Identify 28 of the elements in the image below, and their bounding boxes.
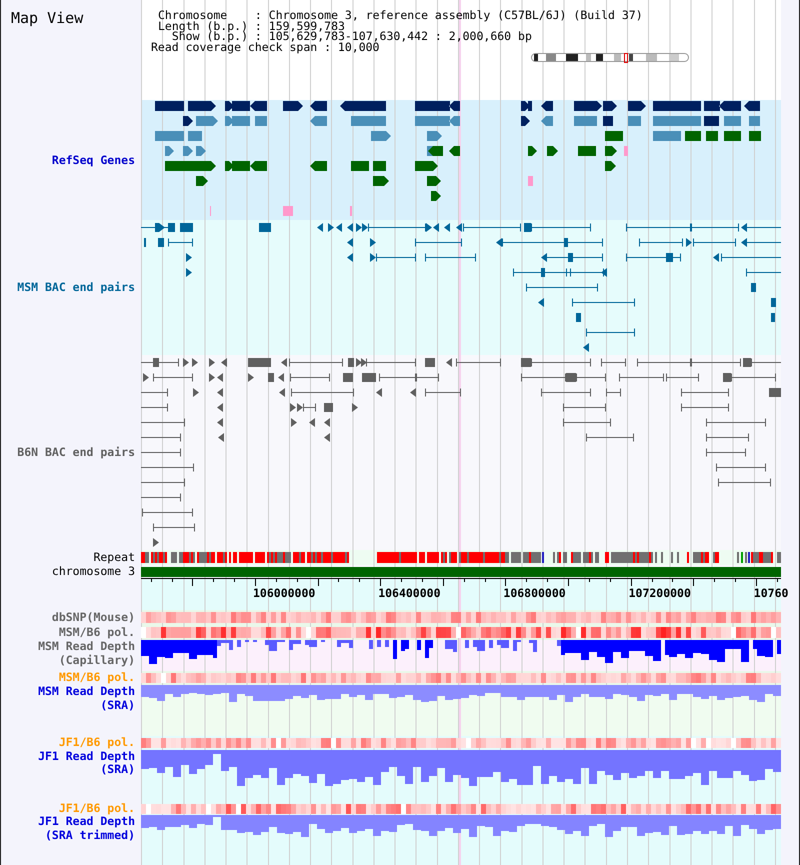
info-value: 159,599,783	[268, 20, 345, 31]
map-view-title: Map View	[11, 10, 84, 26]
view-region-marker	[624, 53, 628, 63]
coverage-span-text: Read coverage check span : 10,000	[151, 42, 380, 52]
axis-label: 106400000	[378, 586, 441, 600]
track-label: MSM/B6 pol.	[58, 671, 135, 685]
track-label: MSM Read Depth (SRA)	[37, 685, 135, 712]
track-label: JF1 Read Depth (SRA trimmed)	[37, 815, 135, 842]
track-label: MSM Read Depth (Capillary)	[37, 640, 135, 667]
track-label: MSM BAC end pairs	[17, 281, 135, 294]
info-label: Chromosome :	[158, 10, 262, 20]
axis-label: 107200000	[628, 586, 691, 600]
track-label: Repeat	[93, 551, 135, 564]
track-label: RefSeq Genes	[52, 154, 135, 166]
track-label: chromosome 3	[52, 565, 135, 578]
track-label: JF1/B6 pol.	[58, 802, 135, 815]
axis-label: 10760	[754, 586, 788, 600]
info-label: Length (b.p.) :	[158, 20, 262, 31]
track-label: JF1/B6 pol.	[58, 736, 135, 750]
axis-label: 106000000	[253, 586, 316, 600]
track-label: MSM/B6 pol.	[58, 626, 135, 640]
info-value: Chromosome 3, reference assembly (C57BL/6J) (Build 37)	[268, 10, 643, 20]
axis-label: 106800000	[503, 586, 566, 600]
info-label: Show (b.p.) :	[172, 31, 262, 42]
track-label: JF1 Read Depth (SRA)	[37, 750, 135, 776]
track-label: dbSNP(Mouse)	[52, 610, 135, 624]
info-value: 105,629,783-107,630,442 : 2,000,660 bp	[268, 31, 533, 42]
track-label: B6N BAC end pairs	[17, 446, 135, 459]
